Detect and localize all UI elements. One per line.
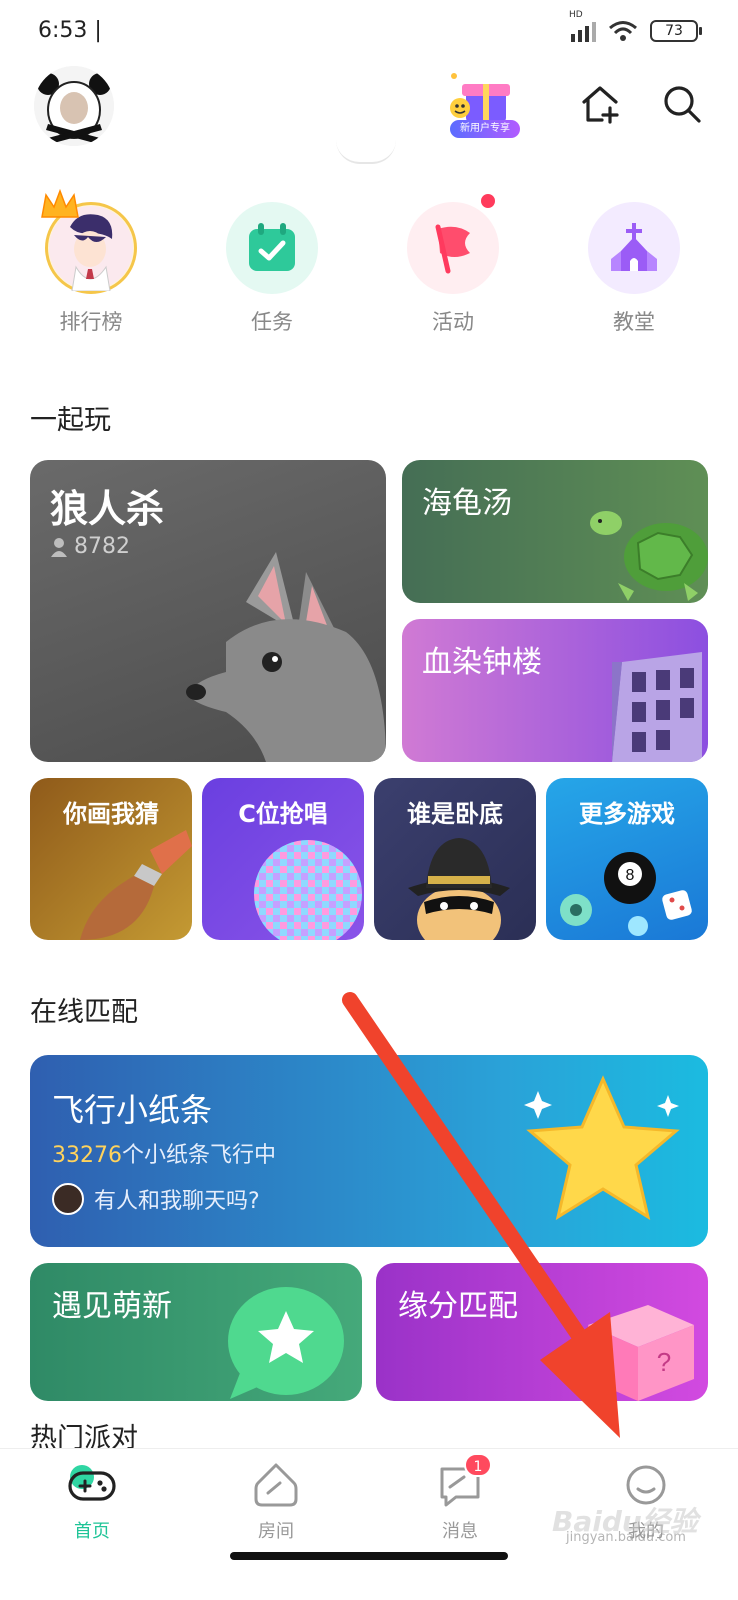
battery-icon: 73 — [650, 20, 702, 42]
eight-ball-icon: 8 — [560, 852, 692, 936]
svg-text:?: ? — [657, 1347, 671, 1377]
quick-action-label: 排行榜 — [59, 310, 123, 334]
church-icon — [588, 202, 680, 294]
game-title: 更多游戏 — [579, 800, 675, 828]
section-title-play-together: 一起玩 — [30, 405, 111, 436]
wifi-icon — [609, 21, 637, 41]
match-card-paper-plane[interactable]: 飞行小纸条 33276个小纸条飞行中 有人和我聊天吗? — [30, 1055, 708, 1247]
cell-signal-icon — [571, 20, 596, 42]
match-title: 缘分匹配 — [398, 1289, 518, 1324]
wolf-icon — [186, 552, 386, 762]
disco-ball-icon — [254, 840, 362, 940]
gamepad-icon — [66, 1459, 118, 1511]
search-icon — [664, 86, 701, 123]
search-button[interactable] — [660, 82, 704, 126]
task-calendar-icon — [226, 202, 318, 294]
quick-action-church[interactable]: 教堂 — [569, 202, 699, 336]
svg-text:8: 8 — [626, 867, 635, 884]
message-icon: 1 — [434, 1453, 492, 1511]
game-title: C位抢唱 — [238, 800, 328, 828]
tower-icon — [612, 652, 702, 762]
nav-label: 房间 — [258, 1521, 294, 1542]
match-card-meet-new[interactable]: 遇见萌新 — [30, 1263, 362, 1401]
player-count: 8782 — [50, 534, 130, 559]
watermark-url: jingyan.baidu.com — [566, 1530, 686, 1545]
player-count-value: 8782 — [74, 534, 130, 559]
notification-dot — [479, 192, 497, 210]
game-title: 狼人杀 — [50, 487, 165, 531]
flag-icon — [407, 192, 499, 294]
nav-label: 消息 — [442, 1521, 478, 1542]
promo-label: 新用户专享 — [450, 120, 520, 138]
game-card-draw-guess[interactable]: 你画我猜 — [30, 778, 192, 940]
nav-rooms[interactable]: 房间 — [216, 1459, 336, 1543]
flying-count: 33276个小纸条飞行中 — [52, 1137, 276, 1169]
game-card-undercover[interactable]: 谁是卧底 — [374, 778, 536, 940]
section-title-online-match: 在线匹配 — [30, 997, 138, 1028]
crown-icon — [41, 189, 79, 218]
flying-count-value: 33276 — [52, 1143, 122, 1168]
chat-bubble-icon — [228, 1287, 344, 1399]
game-card-turtle-soup[interactable]: 海龟汤 — [402, 460, 708, 603]
game-card-werewolf[interactable]: 狼人杀 8782 — [30, 460, 386, 762]
game-card-more-games[interactable]: 更多游戏 8 — [546, 778, 708, 940]
quick-action-label: 教堂 — [613, 310, 655, 334]
star-icon — [524, 1075, 680, 1221]
quick-action-events[interactable]: 活动 — [388, 192, 518, 336]
turtle-icon — [590, 511, 708, 601]
chat-prompt: 有人和我聊天吗? — [52, 1183, 260, 1215]
quick-action-label: 任务 — [251, 310, 293, 334]
home-indicator-area — [0, 1548, 738, 1600]
create-room-button[interactable] — [578, 82, 622, 126]
mystery-box-icon: ? — [588, 1305, 694, 1401]
hd-label: HD — [569, 10, 583, 20]
match-title: 飞行小纸条 — [52, 1091, 213, 1129]
game-title: 海龟汤 — [422, 486, 512, 521]
paintbrush-icon — [80, 830, 192, 940]
panda-avatar-icon — [34, 66, 114, 146]
nav-label: 首页 — [74, 1521, 110, 1542]
unread-badge: 1 — [464, 1453, 492, 1477]
match-title: 遇见萌新 — [52, 1289, 172, 1324]
status-bar: 6:53 | HD 73 — [0, 0, 738, 64]
status-time: 6:53 | — [38, 18, 102, 43]
quick-action-leaderboard[interactable]: 排行榜 — [26, 189, 156, 336]
home-indicator[interactable] — [230, 1552, 508, 1560]
flying-count-suffix: 个小纸条飞行中 — [122, 1143, 277, 1168]
chat-prompt-text: 有人和我聊天吗? — [94, 1189, 260, 1214]
user-avatar[interactable] — [34, 66, 114, 146]
room-icon — [250, 1459, 302, 1511]
user-avatar-small — [52, 1183, 84, 1215]
game-title: 谁是卧底 — [407, 800, 503, 828]
game-title: 血染钟楼 — [422, 645, 542, 680]
nav-messages[interactable]: 1 消息 — [400, 1453, 520, 1543]
quick-action-label: 活动 — [432, 310, 474, 334]
game-card-bloody-tower[interactable]: 血染钟楼 — [402, 619, 708, 762]
person-icon — [51, 537, 67, 557]
match-card-fate[interactable]: 缘分匹配 ? — [376, 1263, 708, 1401]
game-card-c-sing[interactable]: C位抢唱 — [202, 778, 364, 940]
quick-action-task[interactable]: 任务 — [207, 202, 337, 336]
home-plus-icon — [582, 86, 619, 124]
nav-home[interactable]: 首页 — [32, 1459, 152, 1543]
status-icons: HD 73 — [569, 10, 702, 42]
game-title: 你画我猜 — [63, 800, 159, 828]
pull-indicator — [336, 140, 396, 164]
leaderboard-icon — [41, 189, 137, 294]
spy-icon — [408, 838, 510, 940]
